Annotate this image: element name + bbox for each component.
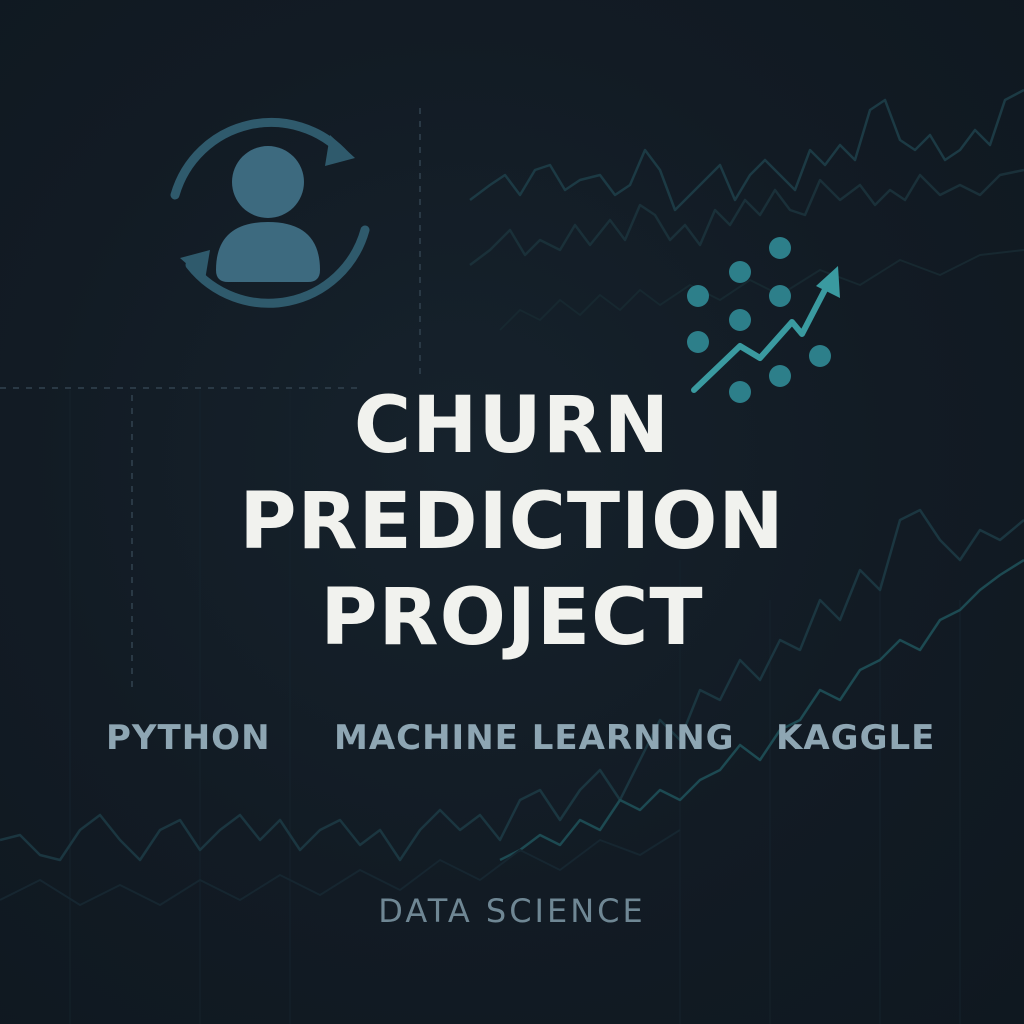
tag-python: PYTHON (106, 718, 271, 758)
user-refresh-icon (170, 117, 370, 308)
footer-label: DATA SCIENCE (378, 892, 646, 930)
title-line-2: PREDICTION (239, 477, 785, 567)
tag-kaggle: KAGGLE (776, 718, 936, 758)
poster-canvas: CHURN PREDICTION PROJECT PYTHON MACHINE … (0, 0, 1024, 1024)
title-line-3: PROJECT (320, 573, 704, 663)
upper-wave-1 (469, 88, 1024, 212)
title-line-1: CHURN (353, 381, 671, 471)
project-title: CHURN PREDICTION PROJECT (0, 378, 1024, 666)
tag-machine-learning: MACHINE LEARNING (334, 718, 735, 758)
